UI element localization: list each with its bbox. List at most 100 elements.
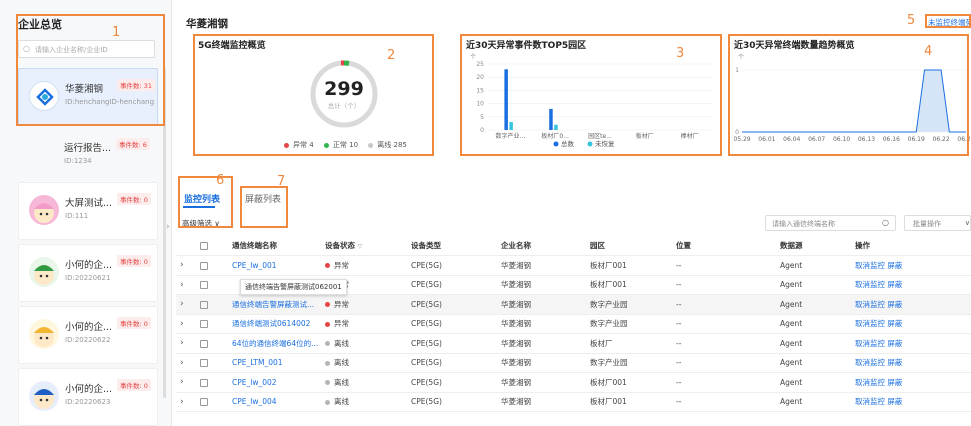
y-tick-label: 1 xyxy=(735,67,739,74)
row-checkbox[interactable] xyxy=(196,353,228,373)
x-tick-label: 板材厂 xyxy=(636,132,654,140)
cancel-monitor-button[interactable]: 取消监控 xyxy=(855,319,885,328)
event-badge: 事件数: 0 xyxy=(117,317,151,329)
x-tick-label: 板材厂0... xyxy=(541,132,569,140)
company-name: 大屏测试... xyxy=(65,198,113,209)
cancel-monitor-button[interactable]: 取消监控 xyxy=(855,358,885,367)
expand-row-icon[interactable]: › xyxy=(176,314,196,334)
terminal-name-link[interactable]: 通信终端测试0614002 xyxy=(228,314,321,334)
status-dot xyxy=(325,321,330,327)
y-tick-label: 25 xyxy=(476,61,484,68)
terminal-name-link[interactable]: 通信终端告警屏蔽测试... xyxy=(228,294,321,315)
block-button[interactable]: 屏蔽 xyxy=(887,261,902,270)
expand-row-icon[interactable]: › xyxy=(176,392,196,412)
type-cell: CPE(5G) xyxy=(407,372,497,393)
search-box[interactable]: ○ 请输入企业名称/企业ID xyxy=(18,40,155,58)
expand-row-icon[interactable]: › xyxy=(176,255,196,276)
park-cell: 板材厂001 xyxy=(586,275,672,295)
page-title: 华菱湘钢 xyxy=(186,18,228,30)
terminal-name-link[interactable]: CPE_lw_001 xyxy=(228,255,321,276)
x-tick-label: 06.01 xyxy=(758,136,775,143)
company-card[interactable]: 大屏测试... 事件数: 0 ID:111 xyxy=(18,182,158,240)
row-checkbox[interactable] xyxy=(196,255,228,276)
y-tick-label: 5 xyxy=(480,114,484,121)
col-header[interactable]: 设备状态 ▽ xyxy=(321,236,407,256)
terminal-search[interactable]: 请输入通信终端名称 ○ xyxy=(765,215,896,231)
terminal-search-input[interactable]: 请输入通信终端名称 xyxy=(772,219,835,229)
event-badge: 事件数: 6 xyxy=(116,138,150,150)
block-button[interactable]: 屏蔽 xyxy=(887,397,902,406)
expand-row-icon[interactable]: › xyxy=(176,294,196,315)
row-checkbox[interactable] xyxy=(196,333,228,354)
table-row[interactable]: › CPE_lw_002 离线 CPE(5G) 华菱湘钢 板材厂001 -- Agent 取消监… xyxy=(176,372,971,393)
cancel-monitor-button[interactable]: 取消监控 xyxy=(855,280,885,289)
cancel-monitor-button[interactable]: 取消监控 xyxy=(855,397,885,406)
status-cell: 离线 xyxy=(321,372,407,393)
terminal-table: 通信终端名称 设备状态 ▽ 设备类型 企业名称 园区 位置 数据源 操作 › CP… xyxy=(176,236,971,412)
block-button[interactable]: 屏蔽 xyxy=(887,339,902,348)
row-checkbox[interactable] xyxy=(196,314,228,334)
col-header: 园区 xyxy=(586,236,672,256)
table-row[interactable]: › CPE_lw_004 离线 CPE(5G) 华菱湘钢 板材厂001 -- Agent 取消监… xyxy=(176,392,971,412)
event-badge: 事件数: 0 xyxy=(117,193,151,205)
cancel-monitor-button[interactable]: 取消监控 xyxy=(855,339,885,348)
sidebar-scrollbar[interactable] xyxy=(163,68,166,398)
company-cell: 华菱湘钢 xyxy=(497,294,586,315)
table-row[interactable]: › CPE_lw_001 异常 CPE(5G) 华菱湘钢 板材厂001 -- Agent 取消监… xyxy=(176,255,971,276)
company-card[interactable]: 运行报告... 事件数: 6 ID:1234 xyxy=(18,128,158,186)
tab-blocked-list[interactable]: 屏蔽列表 xyxy=(245,192,281,205)
filter-icon[interactable]: ▽ xyxy=(358,243,363,250)
expand-row-icon[interactable]: › xyxy=(176,275,196,295)
collapse-sidebar-icon[interactable]: › xyxy=(166,222,170,232)
unmonitored-list-link[interactable]: 未监控终端列 xyxy=(928,17,971,28)
block-button[interactable]: 屏蔽 xyxy=(887,358,902,367)
cancel-monitor-button[interactable]: 取消监控 xyxy=(855,300,885,309)
expand-row-icon[interactable]: › xyxy=(176,372,196,393)
status-cell: 离线 xyxy=(321,333,407,354)
cancel-monitor-button[interactable]: 取消监控 xyxy=(855,378,885,387)
advanced-filter[interactable]: 高级筛选 ∨ xyxy=(182,218,220,229)
cancel-monitor-button[interactable]: 取消监控 xyxy=(855,261,885,270)
source-cell: Agent xyxy=(776,314,851,334)
search-icon[interactable]: ○ xyxy=(882,218,889,227)
company-card[interactable]: 小何的企... 事件数: 0 ID:20220621 xyxy=(18,244,158,302)
row-checkbox[interactable] xyxy=(196,294,228,315)
terminal-name-link[interactable]: CPE_lw_004 xyxy=(228,392,321,412)
table-row[interactable]: › 通信终端告警屏蔽测试... 异常 CPE(5G) 华菱湘钢 数字产业园 -- Agent 取… xyxy=(176,294,971,315)
tab-monitor-list[interactable]: 监控列表 xyxy=(184,192,220,205)
status-cell: 异常 xyxy=(321,294,407,315)
block-button[interactable]: 屏蔽 xyxy=(887,300,902,309)
search-input[interactable]: 请输入企业名称/企业ID xyxy=(35,45,108,55)
company-id: ID:111 xyxy=(65,212,89,220)
table-row[interactable]: › 通信终端测试0614002 异常 CPE(5G) 华菱湘钢 数字产业园 -- Agent 取… xyxy=(176,314,971,334)
batch-operation-select[interactable]: 批量操作 ∨ xyxy=(904,215,971,231)
table-row[interactable]: › 64位的通信终端64位的... 离线 CPE(5G) 华菱湘钢 板材厂 -- Agent 取… xyxy=(176,333,971,354)
expand-row-icon[interactable]: › xyxy=(176,333,196,354)
row-checkbox[interactable] xyxy=(196,372,228,393)
block-button[interactable]: 屏蔽 xyxy=(887,319,902,328)
company-card[interactable]: 小何的企... 事件数: 0 ID:20220622 xyxy=(18,306,158,364)
actions-cell: 取消监控 屏蔽 xyxy=(851,255,971,276)
company-card[interactable]: 小何的企... 事件数: 0 ID:20220623 xyxy=(18,368,158,426)
select-all-checkbox[interactable] xyxy=(196,236,228,256)
company-card-selected[interactable]: 华菱湘钢 事件数: 31 ID:henchangID-henchang... xyxy=(18,68,158,126)
col-header: 数据源 xyxy=(776,236,851,256)
terminal-name-link[interactable]: CPE_lw_002 xyxy=(228,372,321,393)
row-checkbox[interactable] xyxy=(196,275,228,295)
terminal-name-link[interactable]: CPE_LTM_001 xyxy=(228,353,321,373)
batch-operation-label: 批量操作 xyxy=(913,220,941,228)
table-row[interactable]: › CPE_LTM_001 离线 CPE(5G) 华菱湘钢 数字产业园 -- Agent 取消监… xyxy=(176,353,971,373)
actions-cell: 取消监控 屏蔽 xyxy=(851,275,971,295)
terminal-name-link[interactable]: 64位的通信终端64位的... xyxy=(228,333,321,354)
status-dot xyxy=(325,341,330,347)
expand-row-icon[interactable]: › xyxy=(176,353,196,373)
company-cell: 华菱湘钢 xyxy=(497,372,586,393)
block-button[interactable]: 屏蔽 xyxy=(887,280,902,289)
x-tick-label: 棒材厂 xyxy=(681,132,699,140)
row-checkbox[interactable] xyxy=(196,392,228,412)
chevron-down-icon: ∨ xyxy=(964,219,970,227)
source-cell: Agent xyxy=(776,392,851,412)
block-button[interactable]: 屏蔽 xyxy=(887,378,902,387)
location-cell: -- xyxy=(672,294,776,315)
location-cell: -- xyxy=(672,275,776,295)
